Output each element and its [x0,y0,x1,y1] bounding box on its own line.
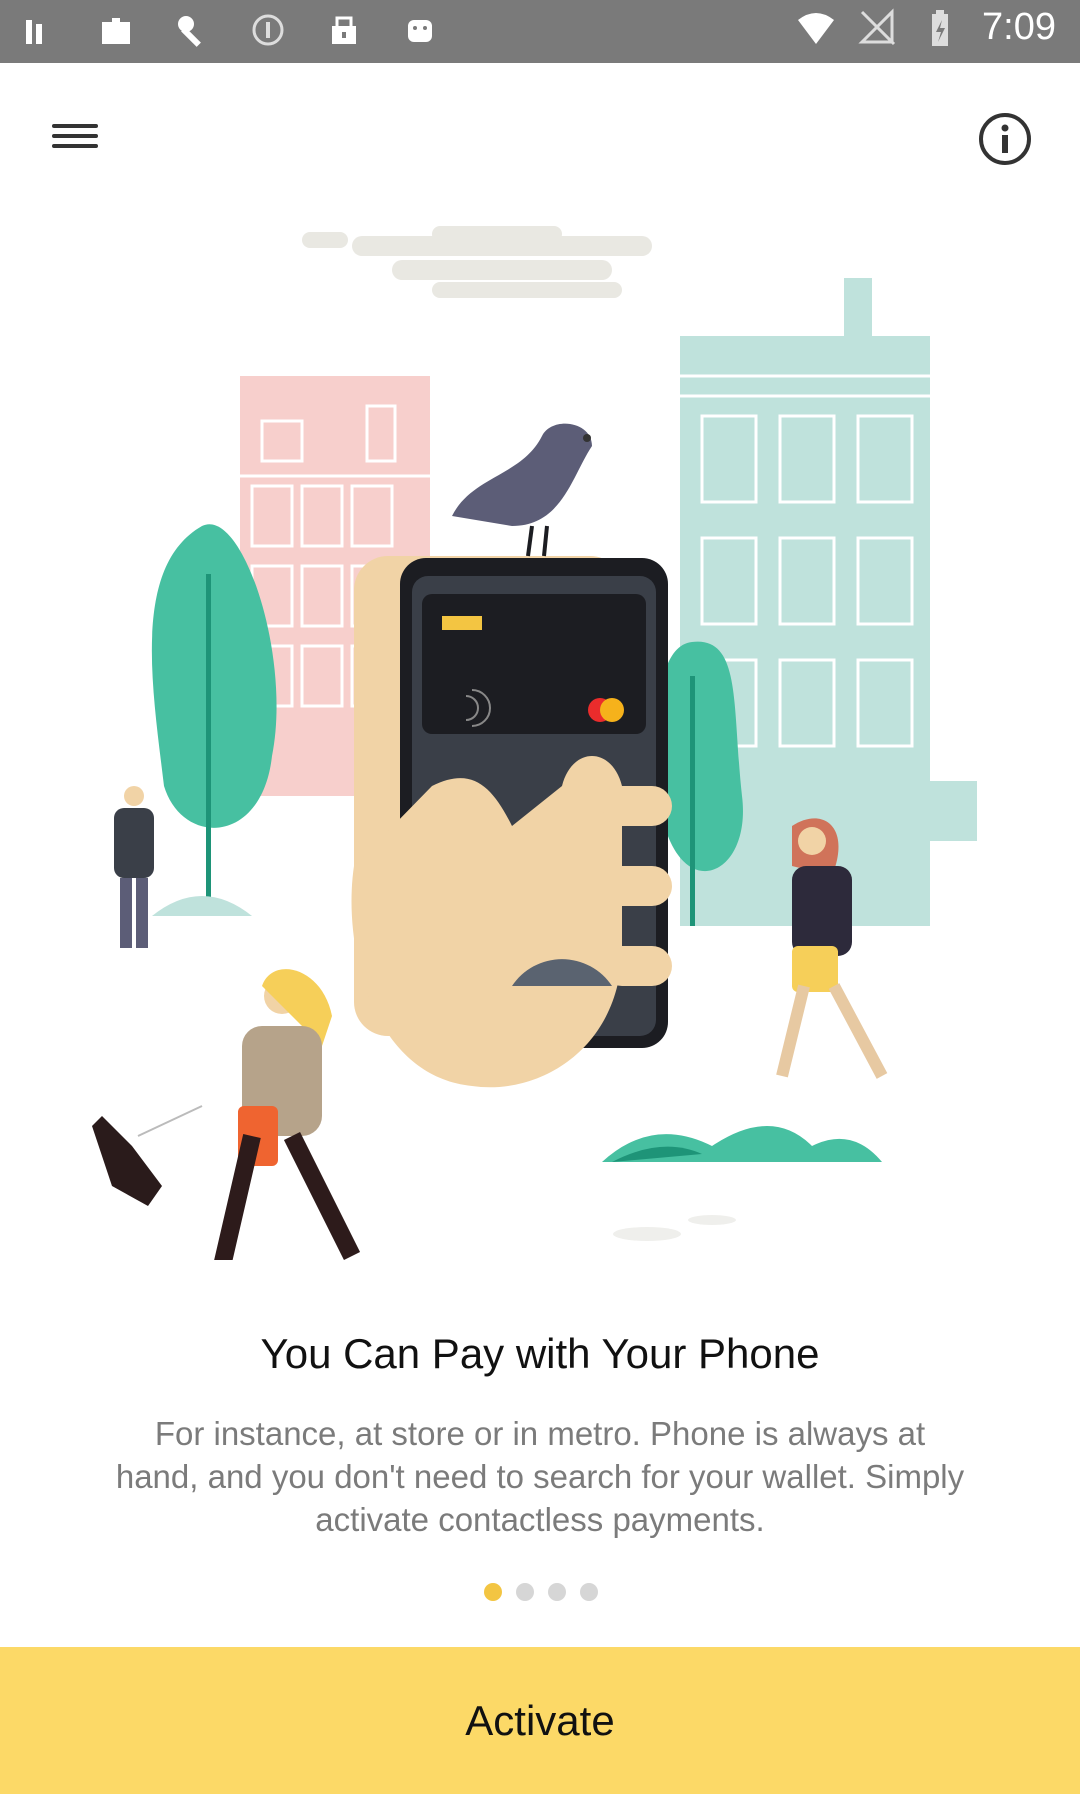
status-right-icons: 7:09 [796,6,1056,49]
page-dot-4 [580,1583,598,1601]
page-title: You Can Pay with Your Phone [260,1330,820,1377]
lock-icon [332,16,356,44]
wrench-icon [178,16,201,47]
cloud-shapes [302,226,652,298]
page-dot-1 [484,1583,502,1601]
notification-icon [26,20,42,44]
hamburger-icon [52,124,98,128]
man-standing [114,786,154,948]
status-time: 7:09 [982,6,1056,48]
page-dot-3 [548,1583,566,1601]
wifi-icon [798,12,835,44]
woman-with-dog [92,969,361,1260]
page-indicator [484,1583,598,1601]
activate-label: Activate [465,1696,615,1744]
ground-shadows [613,1215,736,1241]
notification-icon [102,18,130,44]
page-description: For instance, at store or in metro. Phon… [115,1415,965,1538]
info-icon[interactable] [976,110,1034,168]
status-bar: 7:09 [0,0,1080,63]
hand-holding-phone [351,556,672,1088]
android-icon [408,20,432,42]
circle-icon [252,14,284,46]
activate-button[interactable]: Activate [0,1647,1080,1794]
no-signal-icon [858,7,896,45]
menu-button[interactable] [46,118,104,160]
pigeon [452,423,592,557]
contactless-payment-illustration [92,226,977,1260]
battery-icon [932,9,949,46]
status-left-icons [20,10,440,50]
page-dot-2 [516,1583,534,1601]
